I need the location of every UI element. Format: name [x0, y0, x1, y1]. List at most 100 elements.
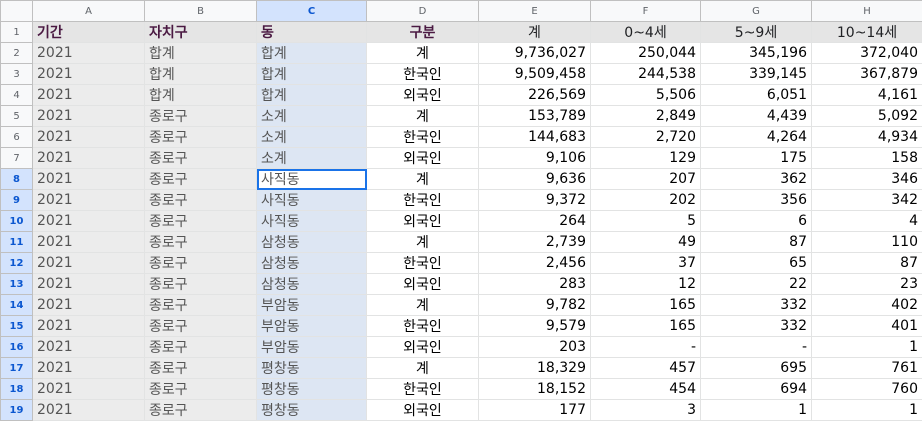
cell-dong[interactable]: 평창동 — [257, 358, 367, 379]
cell-period[interactable]: 2021 — [33, 400, 145, 421]
cell-dong[interactable]: 평창동 — [257, 400, 367, 421]
cell-category[interactable]: 계 — [367, 358, 479, 379]
cell-district[interactable]: 종로구 — [145, 148, 257, 169]
cell-dong[interactable]: 부암동 — [257, 337, 367, 358]
cell-dong[interactable]: 부암동 — [257, 295, 367, 316]
cell-district[interactable]: 종로구 — [145, 379, 257, 400]
cell-period[interactable]: 2021 — [33, 379, 145, 400]
cell-age-0-4[interactable]: 2,849 — [591, 106, 701, 127]
cell-period[interactable]: 2021 — [33, 190, 145, 211]
cell-header-age-0-4[interactable]: 0~4세 — [591, 22, 701, 43]
cell-age-5-9[interactable]: 694 — [701, 379, 812, 400]
column-header-d[interactable]: D — [367, 1, 479, 22]
cell-period[interactable]: 2021 — [33, 316, 145, 337]
column-header-f[interactable]: F — [591, 1, 701, 22]
cell-age-0-4[interactable]: 165 — [591, 316, 701, 337]
cell-age-5-9[interactable]: 339,145 — [701, 64, 812, 85]
cell-dong[interactable]: 사직동 — [257, 190, 367, 211]
cell-age-0-4[interactable]: 202 — [591, 190, 701, 211]
cell-age-5-9[interactable]: 332 — [701, 316, 812, 337]
cell-total[interactable]: 283 — [479, 274, 591, 295]
cell-header-total[interactable]: 계 — [479, 22, 591, 43]
row-number[interactable]: 9 — [1, 190, 33, 211]
cell-age-5-9[interactable]: 4,439 — [701, 106, 812, 127]
cell-total[interactable]: 9,372 — [479, 190, 591, 211]
row-number[interactable]: 18 — [1, 379, 33, 400]
cell-total[interactable]: 18,329 — [479, 358, 591, 379]
cell-age-0-4[interactable]: 165 — [591, 295, 701, 316]
cell-age-10-14[interactable]: 110 — [812, 232, 922, 253]
cell-dong[interactable]: 합계 — [257, 64, 367, 85]
cell-dong[interactable]: 삼청동 — [257, 274, 367, 295]
cell-category[interactable]: 계 — [367, 232, 479, 253]
cell-district[interactable]: 종로구 — [145, 337, 257, 358]
column-header-a[interactable]: A — [33, 1, 145, 22]
cell-category[interactable]: 계 — [367, 106, 479, 127]
cell-age-10-14[interactable]: 372,040 — [812, 43, 922, 64]
cell-age-10-14[interactable]: 1 — [812, 400, 922, 421]
cell-category[interactable]: 외국인 — [367, 400, 479, 421]
cell-age-5-9[interactable]: 22 — [701, 274, 812, 295]
row-number[interactable]: 14 — [1, 295, 33, 316]
cell-total[interactable]: 9,579 — [479, 316, 591, 337]
cell-total[interactable]: 2,739 — [479, 232, 591, 253]
cell-age-5-9[interactable]: 1 — [701, 400, 812, 421]
cell-age-10-14[interactable]: 5,092 — [812, 106, 922, 127]
cell-age-5-9[interactable]: 175 — [701, 148, 812, 169]
cell-district[interactable]: 종로구 — [145, 295, 257, 316]
cell-age-5-9[interactable]: 345,196 — [701, 43, 812, 64]
cell-dong[interactable]: 사직동 — [257, 169, 367, 190]
cell-age-0-4[interactable]: 2,720 — [591, 127, 701, 148]
cell-dong[interactable]: 평창동 — [257, 379, 367, 400]
cell-district[interactable]: 합계 — [145, 85, 257, 106]
cell-district[interactable]: 종로구 — [145, 190, 257, 211]
row-number[interactable]: 13 — [1, 274, 33, 295]
cell-district[interactable]: 종로구 — [145, 127, 257, 148]
row-number[interactable]: 2 — [1, 43, 33, 64]
cell-category[interactable]: 한국인 — [367, 379, 479, 400]
cell-category[interactable]: 외국인 — [367, 337, 479, 358]
cell-district[interactable]: 종로구 — [145, 316, 257, 337]
cell-period[interactable]: 2021 — [33, 253, 145, 274]
cell-age-10-14[interactable]: 4 — [812, 211, 922, 232]
cell-period[interactable]: 2021 — [33, 295, 145, 316]
cell-total[interactable]: 226,569 — [479, 85, 591, 106]
cell-total[interactable]: 144,683 — [479, 127, 591, 148]
cell-district[interactable]: 종로구 — [145, 169, 257, 190]
row-number[interactable]: 5 — [1, 106, 33, 127]
cell-header-district[interactable]: 자치구 — [145, 22, 257, 43]
cell-total[interactable]: 9,736,027 — [479, 43, 591, 64]
cell-category[interactable]: 외국인 — [367, 274, 479, 295]
cell-age-5-9[interactable]: 65 — [701, 253, 812, 274]
cell-period[interactable]: 2021 — [33, 127, 145, 148]
cell-age-0-4[interactable]: 49 — [591, 232, 701, 253]
cell-period[interactable]: 2021 — [33, 274, 145, 295]
cell-age-10-14[interactable]: 367,879 — [812, 64, 922, 85]
cell-age-0-4[interactable]: 250,044 — [591, 43, 701, 64]
cell-district[interactable]: 종로구 — [145, 274, 257, 295]
row-number[interactable]: 1 — [1, 22, 33, 43]
cell-age-10-14[interactable]: 346 — [812, 169, 922, 190]
cell-total[interactable]: 9,106 — [479, 148, 591, 169]
cell-age-0-4[interactable]: 207 — [591, 169, 701, 190]
cell-dong[interactable]: 소계 — [257, 148, 367, 169]
cell-category[interactable]: 한국인 — [367, 64, 479, 85]
row-number[interactable]: 16 — [1, 337, 33, 358]
cell-district[interactable]: 종로구 — [145, 253, 257, 274]
cell-age-10-14[interactable]: 761 — [812, 358, 922, 379]
row-number[interactable]: 10 — [1, 211, 33, 232]
row-number[interactable]: 15 — [1, 316, 33, 337]
cell-dong[interactable]: 사직동 — [257, 211, 367, 232]
cell-total[interactable]: 153,789 — [479, 106, 591, 127]
cell-total[interactable]: 2,456 — [479, 253, 591, 274]
cell-age-0-4[interactable]: 5,506 — [591, 85, 701, 106]
cell-age-5-9[interactable]: 4,264 — [701, 127, 812, 148]
cell-district[interactable]: 종로구 — [145, 232, 257, 253]
row-number[interactable]: 12 — [1, 253, 33, 274]
cell-district[interactable]: 종로구 — [145, 106, 257, 127]
cell-age-10-14[interactable]: 402 — [812, 295, 922, 316]
row-number[interactable]: 3 — [1, 64, 33, 85]
column-header-c[interactable]: C — [257, 1, 367, 22]
cell-period[interactable]: 2021 — [33, 85, 145, 106]
cell-category[interactable]: 계 — [367, 169, 479, 190]
